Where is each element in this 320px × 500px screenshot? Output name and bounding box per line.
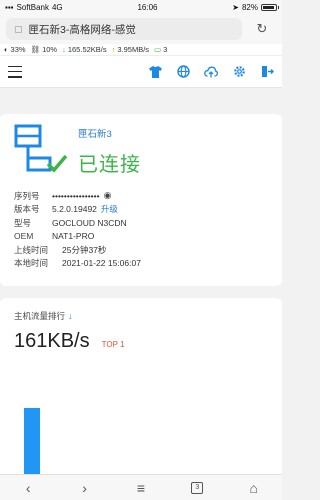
device-info: 序列号 •••••••••••••••• ◉ 版本号 5.2.0.19492 升…	[14, 189, 268, 270]
down-stat: ↓ 165.52KB/s	[62, 45, 107, 54]
up-stat: ↑ 3.95MB/s	[111, 45, 150, 54]
address-bar: ▢ 匣石新3-高格网络-感觉 ↻	[0, 14, 282, 44]
eye-icon[interactable]: ◉	[104, 190, 112, 201]
hamburger-icon: ≡	[136, 479, 146, 496]
tabs-button[interactable]: 3	[182, 478, 212, 498]
cpu-icon: ◐	[4, 45, 9, 54]
upgrade-link[interactable]: 升级	[101, 203, 118, 215]
menu-icon[interactable]	[8, 65, 22, 78]
cpu-stat: ◐ 33%	[4, 45, 26, 54]
signal-icon: ▪▪▪	[5, 2, 14, 12]
menu-button[interactable]: ≡	[126, 478, 156, 498]
reload-icon: ↻	[256, 21, 268, 36]
info-row-uptime: 上线时间 25分钟37秒	[14, 244, 107, 255]
info-row-oem: OEM NAT1-PRO	[14, 231, 95, 242]
clock: 16:06	[137, 2, 158, 12]
gear-icon[interactable]	[232, 65, 246, 79]
page-icon: ▢	[14, 23, 23, 34]
battery-icon	[261, 3, 279, 11]
stats-bar: ◐ 33% ⛓ 10% ↓ 165.52KB/s ↑ 3.95MB/s ▭ 3	[0, 44, 282, 56]
carrier: SoftBank	[16, 2, 49, 12]
device-count: ▭ 3	[154, 45, 168, 54]
info-row-version: 版本号 5.2.0.19492 升级	[14, 203, 118, 215]
home-icon: ⌂	[249, 479, 258, 496]
chevron-right-icon: ›	[82, 479, 87, 496]
globe-icon[interactable]	[176, 65, 190, 79]
battery-percent: 82%	[241, 2, 258, 12]
app-toolbar	[0, 56, 282, 88]
sort-down-icon: ↓	[68, 311, 73, 321]
status-bar: ▪▪▪ SoftBank 4G 16:06 ➤ 82%	[0, 0, 282, 14]
info-row-serial: 序列号 •••••••••••••••• ◉	[14, 190, 112, 201]
tabs-count: 3	[191, 481, 204, 494]
up-arrow-icon: ↑	[111, 45, 116, 54]
network-type: 4G	[51, 2, 63, 12]
down-arrow-icon: ↓	[62, 45, 66, 54]
battery-fill	[263, 5, 274, 9]
link-icon: ⛓	[30, 45, 41, 54]
reload-button[interactable]: ↻	[252, 19, 272, 39]
back-button[interactable]: ‹	[13, 478, 43, 498]
traffic-value: 161KB/s	[14, 330, 90, 352]
info-row-model: 型号 GOCLOUD N3CDN	[14, 217, 127, 228]
home-button[interactable]: ⌂	[239, 478, 269, 498]
forward-button[interactable]: ›	[70, 478, 100, 498]
device-name[interactable]: 匣石新3	[78, 126, 141, 140]
shirt-icon[interactable]	[148, 65, 162, 79]
upload-cloud-icon[interactable]	[204, 65, 218, 79]
traffic-title[interactable]: 主机流量排行 ↓	[14, 310, 268, 322]
location-icon: ➤	[232, 2, 239, 12]
connection-status: 已连接	[78, 154, 141, 176]
url-field[interactable]: ▢ 匣石新3-高格网络-感觉	[6, 18, 242, 40]
chevron-left-icon: ‹	[25, 479, 31, 496]
browser-bottom-nav: ‹ › ≡ 3 ⌂	[0, 474, 282, 500]
monitor-icon: ▭	[154, 45, 162, 54]
mem-stat: ⛓ 10%	[30, 45, 58, 54]
router-icon	[14, 124, 70, 176]
top-badge: TOP 1	[101, 340, 125, 349]
info-row-localtime: 本地时间 2021-01-22 15:06:07	[14, 258, 141, 269]
traffic-chart	[24, 408, 70, 478]
chart-bar-0	[24, 408, 40, 478]
traffic-card: 主机流量排行 ↓ 161KB/s TOP 1	[0, 298, 282, 478]
page-title: 匣石新3-高格网络-感觉	[28, 23, 136, 36]
export-icon[interactable]	[260, 65, 274, 79]
device-card: 匣石新3 已连接 序列号 •••••••••••••••• ◉ 版本号 5.2.…	[0, 114, 282, 286]
